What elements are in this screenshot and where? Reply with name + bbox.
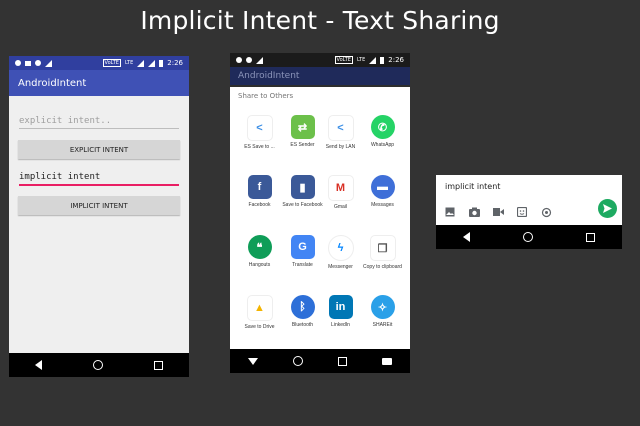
battery-icon: [380, 56, 385, 64]
battery-icon: [159, 59, 164, 67]
share-target-label: ES Save to ...: [244, 144, 275, 150]
share-target-messages[interactable]: ▬ Messages: [360, 175, 405, 208]
recents-icon[interactable]: [586, 232, 596, 242]
translate-icon: G: [290, 235, 315, 259]
share-target-clipboard[interactable]: ❐ Copy to clipboard: [360, 235, 405, 270]
volte-label: VoLTE: [102, 59, 121, 67]
clipboard-icon: ❐: [369, 235, 396, 261]
share-target-label: Send by LAN: [325, 144, 356, 150]
save-facebook-icon: ▮: [290, 175, 315, 199]
sticker-icon[interactable]: [516, 206, 528, 218]
hangouts-icon: ❝: [247, 235, 272, 259]
share-target-hangouts[interactable]: ❝ Hangouts: [237, 235, 282, 268]
share-target-drive[interactable]: ▲ Save to Drive: [237, 295, 282, 330]
gmail-icon: M: [327, 175, 354, 201]
messenger-icon: ϟ: [327, 235, 354, 261]
facebook-icon: f: [247, 175, 272, 199]
implicit-intent-input[interactable]: implicit intent: [19, 172, 179, 186]
phone-screen-whatsapp-compose: implicit intent: [436, 175, 622, 249]
status-time: 2:26: [388, 56, 404, 64]
share-target-es-save[interactable]: < ES Save to ...: [237, 115, 282, 150]
status-bar: VoLTE LTE 2:26: [9, 56, 189, 70]
share-target-label: Messages: [371, 202, 394, 208]
share-target-facebook[interactable]: f Facebook: [237, 175, 282, 208]
status-bar: VoLTE LTE 2:26: [230, 53, 410, 67]
share-target-linkedin[interactable]: in LinkedIn: [318, 295, 363, 328]
gallery-icon[interactable]: [444, 206, 456, 218]
share-target-send-lan[interactable]: < Send by LAN: [318, 115, 363, 150]
share-target-label: Hangouts: [248, 262, 271, 268]
send-lan-icon: <: [327, 115, 354, 141]
phone-screen-share-sheet: VoLTE LTE 2:26 AndroidIntent Share to Ot…: [230, 53, 410, 373]
recents-icon[interactable]: [154, 360, 164, 370]
drive-icon: ▲: [246, 295, 273, 321]
location-icon[interactable]: [540, 206, 552, 218]
hide-keyboard-icon[interactable]: [247, 357, 258, 365]
notification-icon: [15, 60, 21, 66]
video-icon[interactable]: [492, 206, 504, 218]
volte-label: VoLTE: [334, 56, 353, 64]
share-target-label: Copy to clipboard: [363, 264, 402, 270]
linkedin-icon: in: [328, 295, 353, 319]
lte-label: LTE: [124, 60, 134, 66]
share-target-label: WhatsApp: [370, 142, 395, 148]
status-time: 2:26: [167, 59, 183, 67]
settings-notification-icon: [246, 57, 252, 63]
app-bar: AndroidIntent: [9, 70, 189, 96]
n-notification-icon: [256, 56, 263, 64]
share-sheet: Share to Others < ES Save to ... ⇄ ES Sende…: [230, 87, 410, 350]
share-target-label: LinkedIn: [331, 322, 350, 328]
recents-icon[interactable]: [338, 356, 348, 366]
attachment-toolbar: [444, 206, 552, 218]
back-icon[interactable]: [462, 232, 470, 242]
compose-panel: implicit intent: [436, 175, 622, 225]
signal-icon-2: [148, 59, 156, 67]
app-title: AndroidIntent: [238, 71, 300, 81]
share-target-label: Messenger: [328, 264, 353, 270]
share-target-label: Gmail: [333, 204, 348, 210]
share-target-gmail[interactable]: M Gmail: [318, 175, 363, 210]
notification-icon: [236, 57, 242, 63]
app-bar-dimmed: AndroidIntent: [230, 67, 410, 85]
explicit-intent-input[interactable]: explicit intent..: [19, 116, 179, 129]
share-target-shareit[interactable]: ✧ SHAREit: [360, 295, 405, 328]
app-title: AndroidIntent: [18, 77, 87, 89]
explicit-intent-button[interactable]: EXPLICIT INTENT: [18, 140, 180, 159]
home-icon[interactable]: [292, 356, 303, 366]
settings-notification-icon: [35, 60, 41, 66]
navigation-bar: [9, 353, 189, 377]
share-target-label: Save to Drive: [244, 324, 275, 330]
share-target-messenger[interactable]: ϟ Messenger: [318, 235, 363, 270]
navigation-bar: [436, 225, 622, 249]
signal-icon: [369, 56, 377, 64]
share-target-label: SHAREit: [372, 322, 393, 328]
home-icon[interactable]: [522, 232, 533, 242]
page-title: Implicit Intent - Text Sharing: [140, 6, 500, 35]
share-target-label: Facebook: [248, 202, 271, 208]
phone-screen-app: VoLTE LTE 2:26 AndroidIntent explicit in…: [9, 56, 189, 377]
signal-icon: [137, 59, 145, 67]
keyboard-icon[interactable]: [382, 357, 393, 365]
navigation-bar: [230, 349, 410, 373]
send-button[interactable]: [598, 199, 617, 218]
share-target-whatsapp[interactable]: ✆ WhatsApp: [360, 115, 405, 148]
n-notification-icon: [45, 59, 52, 67]
messages-icon: ▬: [370, 175, 395, 199]
whatsapp-icon: ✆: [370, 115, 395, 139]
image-notification-icon: [25, 60, 31, 66]
camera-icon[interactable]: [468, 206, 480, 218]
send-icon: [603, 204, 612, 213]
share-sheet-title: Share to Others: [238, 92, 294, 100]
home-icon[interactable]: [92, 360, 103, 370]
lte-label: LTE: [356, 57, 366, 63]
implicit-intent-button[interactable]: IMPLICIT INTENT: [18, 196, 180, 215]
es-save-icon: <: [246, 115, 273, 141]
shareit-icon: ✧: [370, 295, 395, 319]
back-icon[interactable]: [34, 360, 42, 370]
bluetooth-icon: ᛒ: [290, 295, 315, 319]
es-sender-icon: ⇄: [290, 115, 315, 139]
message-input[interactable]: implicit intent: [445, 182, 500, 191]
